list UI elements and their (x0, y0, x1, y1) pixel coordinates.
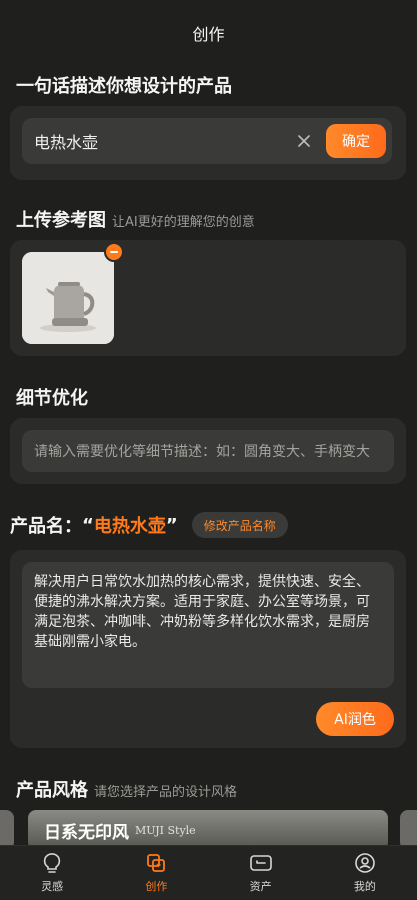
confirm-button[interactable]: 确定 (326, 124, 386, 158)
product-description[interactable]: 解决用户日常饮水加热的核心需求，提供快速、安全、便捷的沸水解决方案。适用于家庭、… (22, 562, 394, 688)
open-quote: “ (82, 514, 94, 536)
tab-assets[interactable]: 资产 (209, 846, 313, 900)
detail-title: 细节优化 (16, 388, 88, 409)
style-card-prev[interactable] (0, 810, 14, 850)
reference-image[interactable] (22, 252, 114, 344)
style-card-next[interactable] (400, 810, 417, 850)
product-name-row: 产品名： “ 电热水壶 ” 修改产品名称 (10, 512, 288, 538)
detail-input[interactable]: 请输入需要优化等细节描述：如：圆角变大、手柄变大 (22, 430, 394, 472)
style-hint: 请您选择产品的设计风格 (94, 785, 238, 800)
page-title: 创作 (192, 25, 225, 44)
tab-create[interactable]: 创作 (104, 846, 208, 900)
clear-icon[interactable] (288, 125, 320, 157)
lightbulb-icon (43, 853, 61, 873)
style-name: 日系无印风 (44, 822, 129, 843)
user-icon (355, 853, 375, 873)
tab-label: 我的 (353, 880, 376, 893)
minus-icon (110, 251, 118, 253)
reference-title-label: 上传参考图 (16, 210, 106, 231)
wallet-icon (249, 855, 272, 871)
tab-label: 创作 (145, 880, 168, 893)
kettle-image (22, 252, 114, 344)
style-name-en: MUJI Style (135, 823, 196, 837)
style-title-label: 产品风格 (16, 780, 88, 801)
tab-bar: 灵感 创作 资产 我的 (0, 845, 417, 900)
product-name-value: 电热水壶 (93, 516, 166, 537)
close-quote: ” (165, 514, 178, 536)
product-name-label: 产品名： (10, 516, 82, 537)
ai-polish-button[interactable]: AI润色 (316, 702, 394, 736)
tab-label: 资产 (249, 880, 272, 893)
description-card: 解决用户日常饮水加热的核心需求，提供快速、安全、便捷的沸水解决方案。适用于家庭、… (10, 550, 406, 748)
describe-title: 一句话描述你想设计的产品 (16, 76, 232, 97)
style-card-muji[interactable]: 日系无印风 MUJI Style (28, 810, 388, 850)
style-carousel: 日系无印风 MUJI Style (0, 810, 417, 850)
tab-inspiration[interactable]: 灵感 (0, 846, 104, 900)
reference-card (10, 240, 406, 356)
reference-hint: 让AI更好的理解您的创意 (112, 215, 255, 230)
tab-profile[interactable]: 我的 (313, 846, 417, 900)
detail-card: 请输入需要优化等细节描述：如：圆角变大、手柄变大 (10, 418, 406, 484)
rename-product-button[interactable]: 修改产品名称 (191, 512, 288, 538)
tab-label: 灵感 (41, 880, 64, 893)
remove-image-button[interactable] (104, 242, 124, 262)
create-icon (147, 854, 166, 872)
describe-card: 确定 (10, 106, 406, 180)
describe-input-row: 确定 (22, 118, 392, 164)
reference-title: 上传参考图 让AI更好的理解您的创意 (16, 206, 255, 232)
page-header: 创作 (0, 0, 417, 66)
style-title: 产品风格 请您选择产品的设计风格 (16, 776, 237, 802)
describe-input[interactable] (22, 131, 288, 151)
